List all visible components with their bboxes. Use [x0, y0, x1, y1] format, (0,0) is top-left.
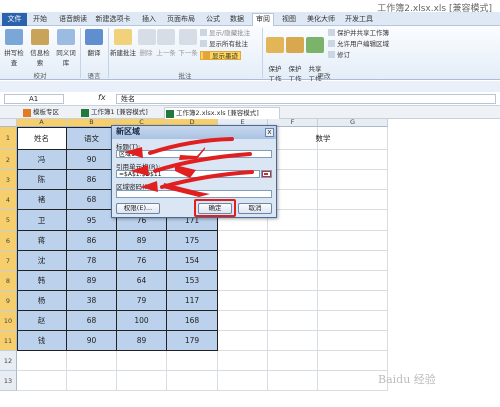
- annotation-arrows: [124, 137, 254, 197]
- arrow-head-refers: [130, 165, 149, 176]
- arrow-to-refers-input: [175, 165, 196, 178]
- arrow-head-password: [140, 181, 158, 192]
- arrow-head-title: [124, 147, 143, 158]
- arrow-shaft-password: [160, 170, 254, 189]
- arrow-shaft-refers: [153, 152, 252, 173]
- arrow-shaft-title: [148, 137, 234, 155]
- watermark-text: Baidu 经验: [378, 373, 436, 386]
